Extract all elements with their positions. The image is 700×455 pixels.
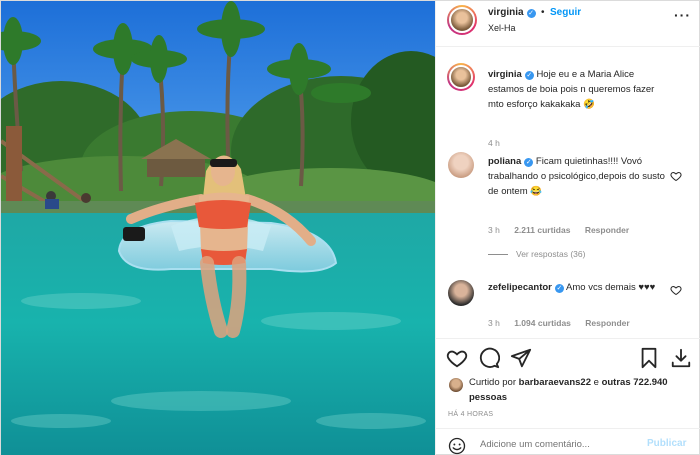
verified-badge-icon: ✓ [524,71,534,80]
post-photo[interactable] [1,1,435,455]
liked-by-prefix: Curtido por [469,377,516,388]
author-username[interactable]: virginia [488,7,524,18]
comments-list[interactable]: virginia ✓ Hoje eu e a Maria Alice estamo… [436,48,700,338]
reply-button[interactable]: Responder [585,318,629,328]
view-replies-label: Ver respostas (36) [516,249,586,259]
bookmark-icon[interactable] [638,347,660,369]
post-location[interactable]: Xel-Ha [488,23,516,33]
post-timestamp[interactable]: HÁ 4 HORAS [448,411,493,418]
lagoon-photo-illustration [1,1,435,455]
header-separator: • [541,7,545,18]
comment-likes[interactable]: 1.094 curtidas [514,318,571,328]
post-side-panel: virginia ✓ • Seguir Xel-Ha ··· virginia ✓ … [435,1,700,455]
commenter-username[interactable]: zefelipecantor [488,282,552,293]
like-comment-heart-icon[interactable] [670,170,682,182]
follow-button[interactable]: Seguir [550,7,581,18]
verified-badge-icon: ✓ [526,9,536,18]
verified-badge-icon: ✓ [524,158,534,167]
publish-button[interactable]: Publicar [647,438,686,449]
comment-time[interactable]: 3 h [488,318,500,328]
add-comment-bar: Publicar [436,428,700,455]
commenter-avatar[interactable] [448,280,474,306]
liker-avatar[interactable] [448,377,464,393]
like-comment-heart-icon[interactable] [670,284,682,296]
liker-username[interactable]: barbaraevans22 [519,377,591,388]
comment-icon[interactable] [478,347,500,369]
more-options-icon[interactable]: ··· [674,7,691,23]
comment-text: Amo vcs demais ♥♥♥ [566,282,656,293]
comment-time[interactable]: 3 h [488,225,500,235]
paper-plane-icon[interactable] [510,347,532,369]
replies-divider [488,254,508,256]
heart-icon[interactable] [446,347,468,369]
reply-button[interactable]: Responder [585,225,629,235]
post-header: virginia ✓ • Seguir Xel-Ha ··· [436,1,700,47]
commenter-username[interactable]: poliana [488,156,521,167]
emoji-icon[interactable] [448,437,466,455]
download-icon[interactable] [670,347,692,369]
instagram-post: virginia ✓ • Seguir Xel-Ha ··· virginia ✓ … [0,0,700,455]
caption-time[interactable]: 4 h [488,138,500,148]
comment-input[interactable] [480,439,640,450]
caption-avatar[interactable] [449,65,473,89]
commenter-avatar[interactable] [448,152,474,178]
caption-username[interactable]: virginia [488,69,522,80]
author-avatar[interactable] [449,7,475,33]
verified-badge-icon: ✓ [554,284,564,293]
view-replies-button[interactable]: Ver respostas (36) [488,249,585,259]
comment-likes[interactable]: 2.211 curtidas [514,225,570,235]
liked-by-middle: e [593,377,599,388]
